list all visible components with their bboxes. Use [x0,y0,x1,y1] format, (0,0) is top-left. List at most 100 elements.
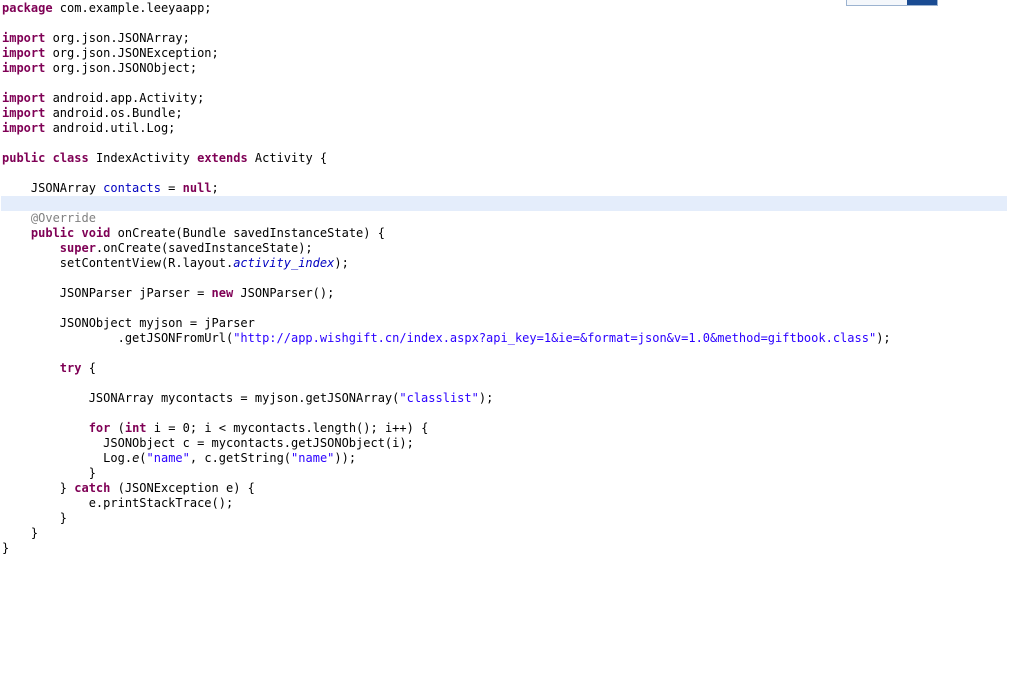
code-line[interactable]: } [1,466,1009,481]
code-line[interactable]: JSONParser jParser = new JSONParser(); [1,286,1009,301]
code-token-kw: import [2,91,46,105]
code-line[interactable]: setContentView(R.layout.activity_index); [1,256,1009,271]
code-line[interactable]: import org.json.JSONArray; [1,31,1009,46]
code-line[interactable]: public void onCreate(Bundle savedInstanc… [1,226,1009,241]
code-line[interactable]: import android.os.Bundle; [1,106,1009,121]
code-token-pln: android.os.Bundle; [45,106,183,120]
code-token-kw: extends [197,151,248,165]
code-line[interactable] [1,76,1009,91]
code-token-kw: import [2,46,46,60]
scrollbar-thumb[interactable] [907,0,937,5]
code-token-pln [74,226,81,240]
code-token-str: "classlist" [399,391,479,405]
code-line[interactable]: import android.app.Activity; [1,91,1009,106]
java-code-editor[interactable]: package com.example.leeyaapp; import org… [0,0,1009,686]
code-token-pln: Log. [103,451,133,465]
code-line[interactable]: Log.e("name", c.getString("name")); [1,451,1009,466]
code-line[interactable]: JSONArray mycontacts = myjson.getJSONArr… [1,391,1009,406]
code-token-pln: } [59,481,75,495]
code-token-pln: org.json.JSONException; [45,46,219,60]
code-text-area[interactable]: package com.example.leeyaapp; import org… [1,1,1009,556]
code-token-pln: (JSONException e) { [110,481,255,495]
code-token-pln: ); [478,391,494,405]
code-line[interactable]: e.printStackTrace(); [1,496,1009,511]
code-token-pln: )); [334,451,357,465]
code-token-kw: public [2,151,46,165]
code-token-pln [45,151,52,165]
code-line[interactable]: .getJSONFromUrl("http://app.wishgift.cn/… [1,331,1009,346]
code-line[interactable] [1,406,1009,421]
code-line[interactable] [1,136,1009,151]
code-line[interactable]: import org.json.JSONObject; [1,61,1009,76]
code-token-pln: Activity { [247,151,328,165]
code-token-kw: import [2,61,46,75]
code-line[interactable]: try { [1,361,1009,376]
code-token-kw: import [2,31,46,45]
code-token-kw: try [59,361,82,375]
code-token-kw: catch [74,481,111,495]
code-line[interactable]: import org.json.JSONException; [1,46,1009,61]
code-token-kw: int [124,421,147,435]
code-line[interactable]: } [1,526,1009,541]
code-token-pln: org.json.JSONObject; [45,61,198,75]
code-token-str: "http://app.wishgift.cn/index.aspx?api_k… [233,331,877,345]
code-token-pln: i = 0; i < mycontacts.length(); i++) { [146,421,429,435]
code-token-pln: , c.getString( [189,451,292,465]
code-line[interactable]: JSONObject myjson = jParser [1,316,1009,331]
code-line[interactable] [1,196,1007,211]
top-strip [0,0,1009,10]
code-line[interactable]: for (int i = 0; i < mycontacts.length();… [1,421,1009,436]
code-token-pln: } [59,511,68,525]
code-token-kw: public [30,226,75,240]
code-token-pln: JSONArray mycontacts = myjson.getJSONArr… [88,391,400,405]
code-token-str: "name" [291,451,335,465]
code-token-pln: { [81,361,96,375]
code-line[interactable]: import android.util.Log; [1,121,1009,136]
code-line[interactable]: } catch (JSONException e) { [1,481,1009,496]
code-line[interactable]: @Override [1,211,1009,226]
code-line[interactable]: super.onCreate(savedInstanceState); [1,241,1009,256]
code-line[interactable] [1,166,1009,181]
code-line[interactable] [1,271,1009,286]
code-token-kw: null [182,181,212,195]
code-token-pln: android.util.Log; [45,121,176,135]
code-token-kw: import [2,106,46,120]
code-token-pln: ( [110,421,125,435]
code-token-pln: JSONParser(); [233,286,335,300]
code-token-pln: ); [334,256,349,270]
code-token-pln: ); [876,331,891,345]
code-token-pln: IndexActivity [88,151,198,165]
code-token-pln: ; [211,181,219,195]
code-line[interactable]: JSONArray contacts = null; [1,181,1009,196]
code-line[interactable]: JSONObject c = mycontacts.getJSONObject(… [1,436,1009,451]
code-token-pln: JSONArray [30,181,104,195]
code-token-pln: JSONObject myjson = jParser [59,316,255,330]
code-token-kw: void [81,226,111,240]
code-line[interactable]: } [1,511,1009,526]
code-line[interactable]: public class IndexActivity extends Activ… [1,151,1009,166]
code-line[interactable] [1,346,1009,361]
code-token-sfld: activity_index [233,256,335,270]
code-token-kw: super [59,241,96,255]
code-token-pln: = [160,181,183,195]
code-line[interactable] [1,16,1009,31]
code-token-pln: org.json.JSONArray; [45,31,190,45]
code-line[interactable] [1,376,1009,391]
horizontal-scrollbar-fragment[interactable] [846,0,938,6]
code-token-kw: import [2,121,46,135]
code-token-kw: for [88,421,111,435]
code-token-kw: class [52,151,89,165]
code-line[interactable]: } [1,541,1009,556]
code-line[interactable] [1,301,1009,316]
